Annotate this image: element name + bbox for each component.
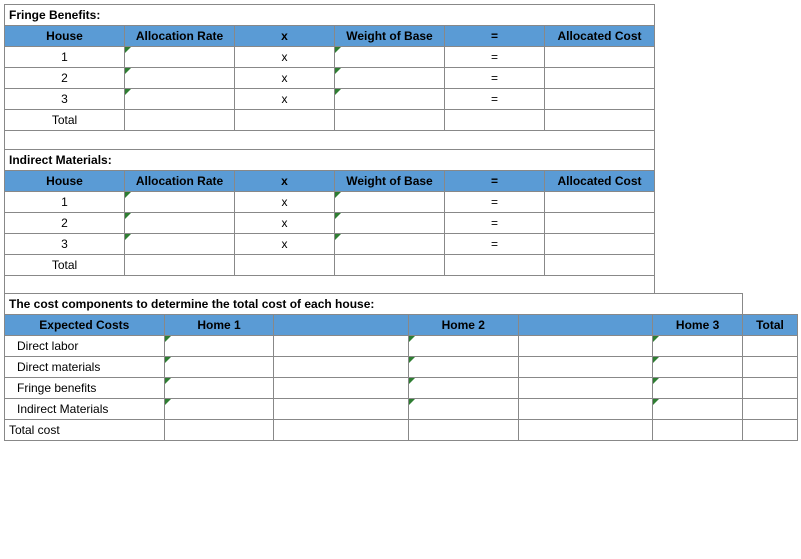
home3-input[interactable] — [653, 336, 743, 357]
col-house: House — [5, 170, 125, 191]
indirect-materials-table: Indirect Materials: House Allocation Rat… — [4, 149, 798, 294]
home2-input[interactable] — [408, 336, 518, 357]
home2-input[interactable] — [408, 357, 518, 378]
house-number: 1 — [5, 47, 125, 68]
home3-input[interactable] — [653, 378, 743, 399]
col-home1: Home 1 — [164, 315, 274, 336]
row-label: Direct labor — [5, 336, 165, 357]
home2-input[interactable] — [408, 378, 518, 399]
col-house: House — [5, 26, 125, 47]
weight-input[interactable] — [335, 68, 445, 89]
col-total: Total — [743, 315, 798, 336]
house-number: 2 — [5, 68, 125, 89]
x-label: x — [235, 233, 335, 254]
col-home3: Home 3 — [653, 315, 743, 336]
col-weight: Weight of Base — [335, 26, 445, 47]
col-x: x — [235, 26, 335, 47]
weight-input[interactable] — [335, 212, 445, 233]
col-expected: Expected Costs — [5, 315, 165, 336]
fringe-title: Fringe Benefits: — [5, 5, 655, 26]
home1-input[interactable] — [164, 336, 274, 357]
components-row: Indirect Materials — [5, 399, 798, 420]
components-title: The cost components to determine the tot… — [5, 294, 743, 315]
col-x: x — [235, 170, 335, 191]
x-label: x — [235, 191, 335, 212]
cost-cell — [545, 212, 655, 233]
col-cost: Allocated Cost — [545, 26, 655, 47]
components-row: Fringe benefits — [5, 378, 798, 399]
rate-input[interactable] — [125, 191, 235, 212]
cost-cell — [545, 89, 655, 110]
x-label: x — [235, 68, 335, 89]
cost-cell — [545, 68, 655, 89]
indirect-title: Indirect Materials: — [5, 149, 655, 170]
col-cost: Allocated Cost — [545, 170, 655, 191]
eq-label: = — [445, 191, 545, 212]
weight-input[interactable] — [335, 89, 445, 110]
rate-input[interactable] — [125, 233, 235, 254]
rate-input[interactable] — [125, 68, 235, 89]
home2-input[interactable] — [408, 399, 518, 420]
total-label: Total — [5, 110, 125, 131]
house-number: 1 — [5, 191, 125, 212]
col-rate: Allocation Rate — [125, 170, 235, 191]
total-label: Total — [5, 254, 125, 275]
home3-input[interactable] — [653, 399, 743, 420]
cost-cell — [545, 47, 655, 68]
x-label: x — [235, 212, 335, 233]
components-row: Direct labor — [5, 336, 798, 357]
rate-input[interactable] — [125, 212, 235, 233]
total-cost-label: Total cost — [5, 420, 165, 441]
x-label: x — [235, 89, 335, 110]
components-total-row: Total cost — [5, 420, 798, 441]
eq-label: = — [445, 89, 545, 110]
x-label: x — [235, 47, 335, 68]
col-home2: Home 2 — [408, 315, 518, 336]
eq-label: = — [445, 212, 545, 233]
home1-input[interactable] — [164, 399, 274, 420]
home1-input[interactable] — [164, 378, 274, 399]
home3-input[interactable] — [653, 357, 743, 378]
col-eq: = — [445, 26, 545, 47]
weight-input[interactable] — [335, 47, 445, 68]
house-number: 3 — [5, 89, 125, 110]
col-eq: = — [445, 170, 545, 191]
eq-label: = — [445, 47, 545, 68]
cost-cell — [545, 191, 655, 212]
row-label: Indirect Materials — [5, 399, 165, 420]
rate-input[interactable] — [125, 89, 235, 110]
cost-cell — [545, 233, 655, 254]
house-number: 3 — [5, 233, 125, 254]
weight-input[interactable] — [335, 233, 445, 254]
weight-input[interactable] — [335, 191, 445, 212]
cost-components-table: The cost components to determine the tot… — [4, 293, 798, 441]
rate-input[interactable] — [125, 47, 235, 68]
house-number: 2 — [5, 212, 125, 233]
col-rate: Allocation Rate — [125, 26, 235, 47]
eq-label: = — [445, 233, 545, 254]
home1-input[interactable] — [164, 357, 274, 378]
components-row: Direct materials — [5, 357, 798, 378]
col-weight: Weight of Base — [335, 170, 445, 191]
fringe-benefits-table: Fringe Benefits: House Allocation Rate x… — [4, 4, 798, 149]
row-label: Direct materials — [5, 357, 165, 378]
eq-label: = — [445, 68, 545, 89]
row-label: Fringe benefits — [5, 378, 165, 399]
